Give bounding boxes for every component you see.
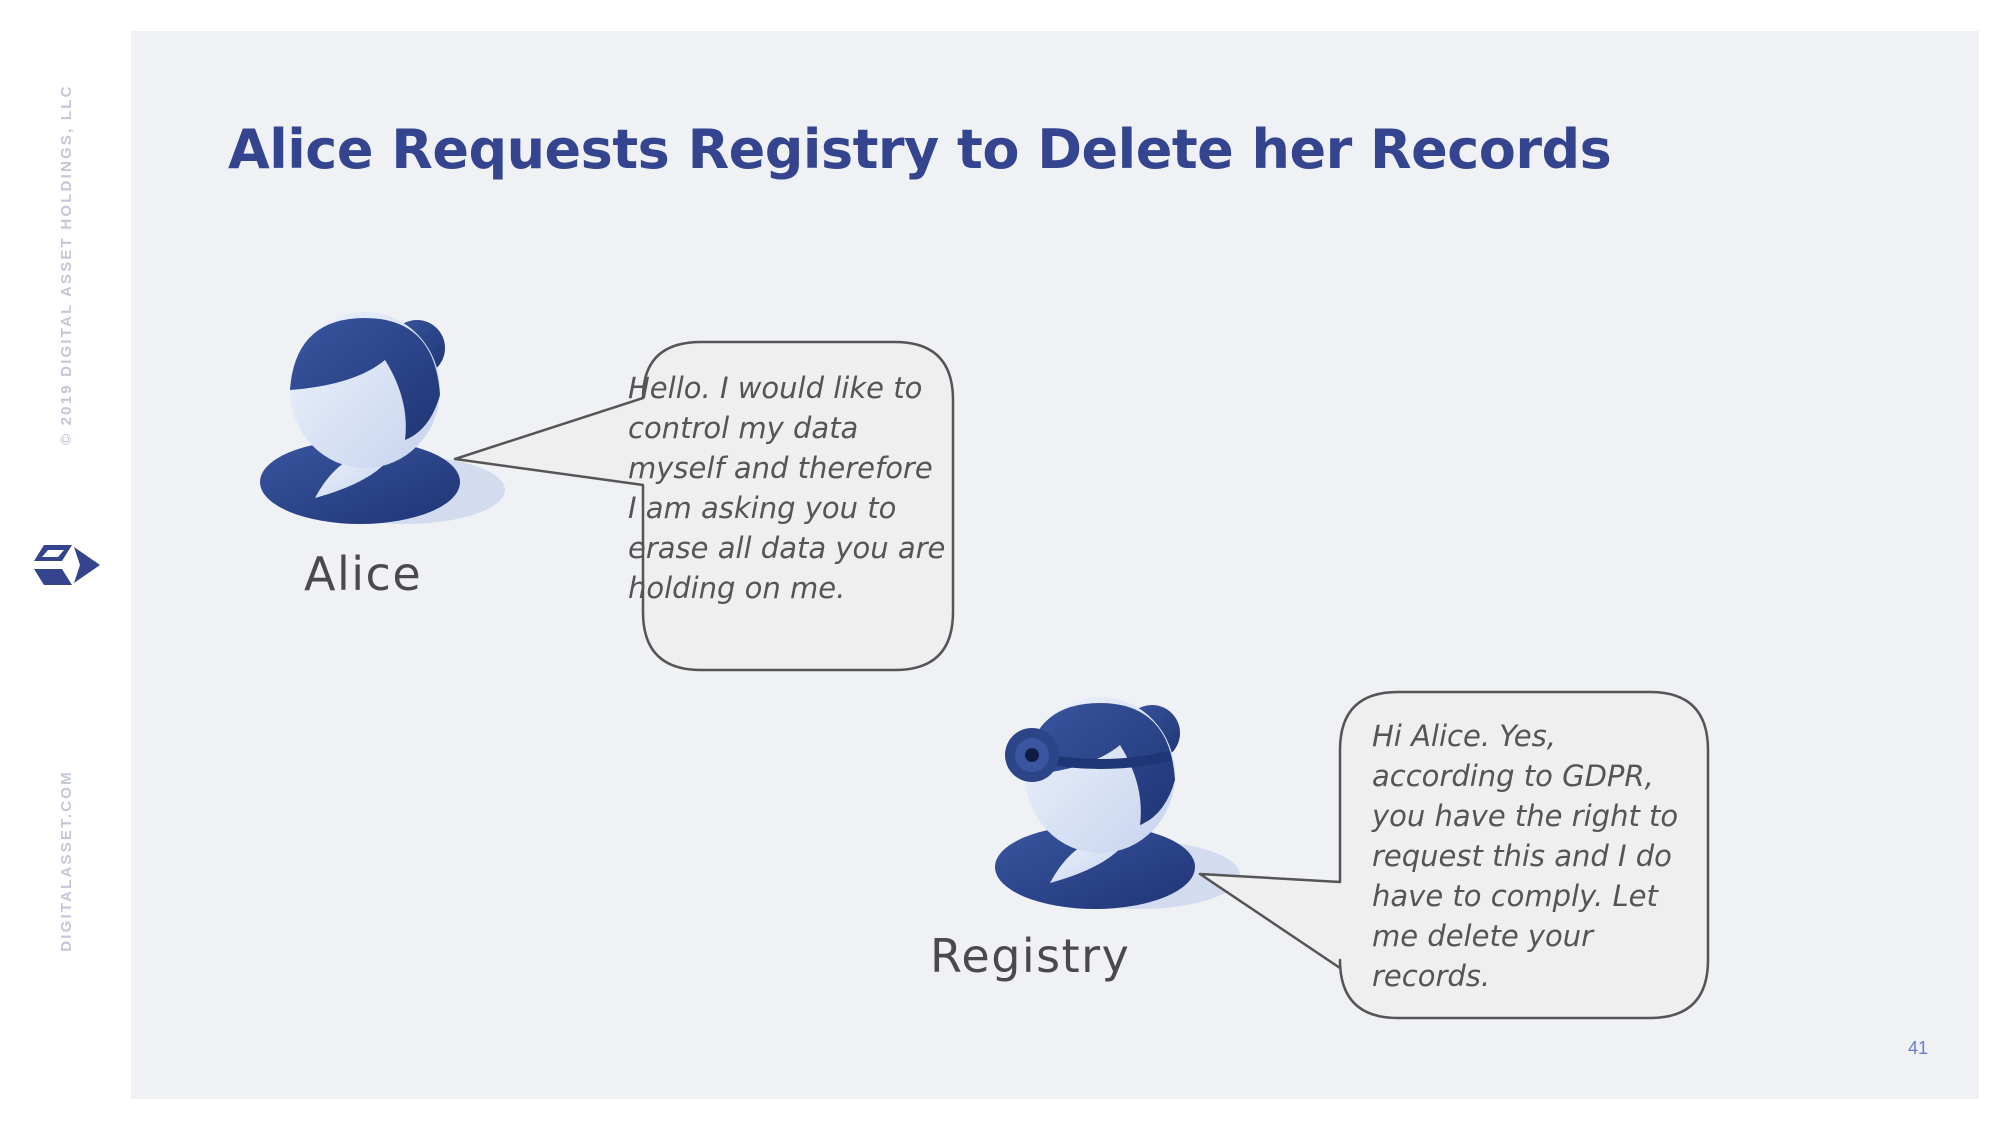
speech-bubble-text-alice: Hello. I would like to control my data m…: [628, 371, 946, 605]
page-number: 41: [1908, 1038, 1929, 1058]
participant-name-alice: Alice: [304, 547, 423, 601]
participant-name-registry: Registry: [930, 929, 1131, 983]
website-text: DIGITALASSET.COM: [58, 770, 75, 952]
digital-asset-logo-icon: [34, 545, 100, 585]
speech-bubble-text-registry: Hi Alice. Yes, according to GDPR, you ha…: [1372, 719, 1679, 993]
copyright-text: © 2019 DIGITAL ASSET HOLDINGS, LLC: [58, 84, 75, 445]
slide-canvas: © 2019 DIGITAL ASSET HOLDINGS, LLC DIGIT…: [0, 0, 2000, 1125]
slide-title: Alice Requests Registry to Delete her Re…: [228, 118, 1612, 181]
